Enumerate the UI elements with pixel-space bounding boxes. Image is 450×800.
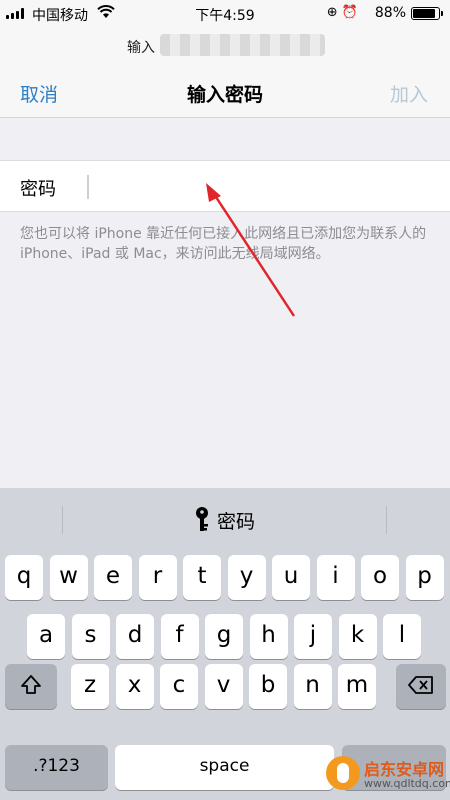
key-y[interactable]: y <box>227 555 266 600</box>
key-k[interactable]: k <box>338 614 377 659</box>
key-p[interactable]: p <box>405 555 444 600</box>
key-s[interactable]: s <box>71 614 110 659</box>
key-l[interactable]: l <box>383 614 421 659</box>
key-n[interactable]: n <box>293 664 332 709</box>
key-q[interactable]: q <box>5 555 43 600</box>
key-e[interactable]: e <box>94 555 132 600</box>
watermark: 启东安卓网 www.qdltdq.com <box>326 752 450 794</box>
key-i[interactable]: i <box>316 555 355 600</box>
shift-key[interactable] <box>5 664 57 709</box>
suggestion-label: 密码 <box>216 511 255 533</box>
key-f[interactable]: f <box>160 614 199 659</box>
key-j[interactable]: j <box>294 614 332 659</box>
space-key[interactable]: space <box>115 745 334 790</box>
key-d[interactable]: d <box>116 614 154 659</box>
key-r[interactable]: r <box>138 555 177 600</box>
shift-icon <box>20 672 42 698</box>
key-v[interactable]: v <box>204 664 243 709</box>
key-x[interactable]: x <box>115 664 154 709</box>
key-w[interactable]: w <box>49 555 88 600</box>
password-suggestion[interactable]: 密码 <box>0 507 450 538</box>
key-g[interactable]: g <box>205 614 243 659</box>
key-o[interactable]: o <box>361 555 399 600</box>
watermark-url: www.qdltdq.com <box>364 777 450 790</box>
key-h[interactable]: h <box>249 614 288 659</box>
key-c[interactable]: c <box>160 664 198 709</box>
key-z[interactable]: z <box>71 664 109 709</box>
key-b[interactable]: b <box>249 664 287 709</box>
key-t[interactable]: t <box>183 555 221 600</box>
numbers-key[interactable]: .?123 <box>5 745 108 790</box>
keyboard: 密码 qwertyuiop asdfghjkl zxcvbnm .?123 sp… <box>0 488 450 800</box>
delete-key[interactable] <box>396 664 446 709</box>
watermark-logo <box>326 756 360 790</box>
key-icon <box>195 507 209 538</box>
key-u[interactable]: u <box>272 555 310 600</box>
key-m[interactable]: m <box>338 664 376 709</box>
suggestion-bar: 密码 <box>0 488 450 550</box>
delete-icon <box>407 672 435 698</box>
key-a[interactable]: a <box>27 614 65 659</box>
